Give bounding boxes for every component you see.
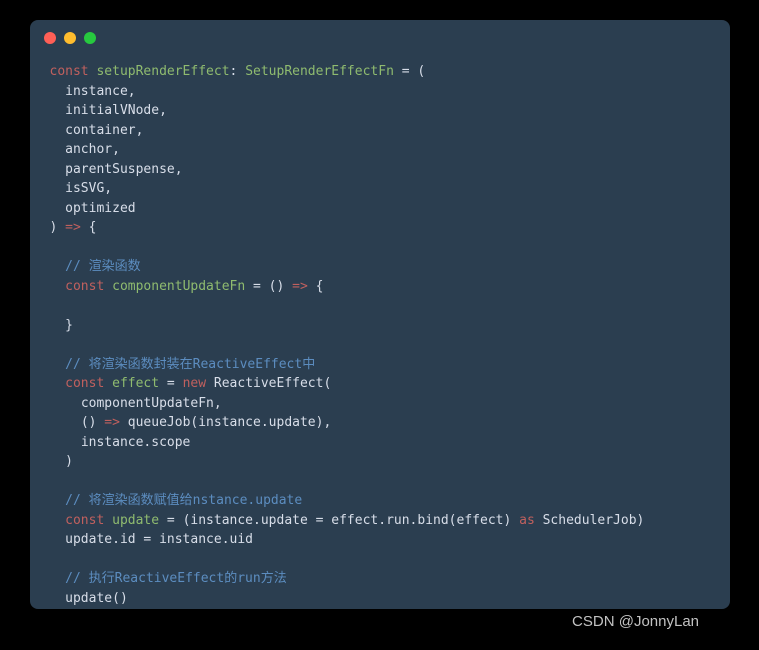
function-name: componentUpdateFn [112,279,245,294]
punct: { [81,220,97,235]
code-block: const setupRenderEffect: SetupRenderEffe… [30,48,730,609]
punct: : [230,64,246,79]
maximize-icon[interactable] [84,32,96,44]
keyword: new [183,376,206,391]
keyword: const [65,279,104,294]
keyword: as [519,513,535,528]
param: isSVG [65,181,104,196]
close-icon[interactable] [44,32,56,44]
comment: // 将渲染函数封装在ReactiveEffect中 [65,357,315,372]
var-name: effect [112,376,159,391]
punct: () [81,415,104,430]
arrow: => [292,279,308,294]
watermark: CSDN @JonnyLan [572,613,699,630]
keyword: const [65,376,104,391]
keyword: const [65,513,104,528]
var-name: update [112,513,159,528]
rest: SchedulerJob) [535,513,645,528]
window-titlebar [30,20,730,48]
comment: // 渲染函数 [65,259,140,274]
arg: componentUpdateFn, [81,396,222,411]
type-name: SetupRenderEffectFn [245,64,394,79]
param: instance [65,84,128,99]
punct: ) [50,220,66,235]
function-name: setupRenderEffect [96,64,229,79]
rest: queueJob(instance.update), [120,415,331,430]
rest: = (instance.update = effect.run.bind(eff… [159,513,519,528]
arrow: => [104,415,120,430]
param: optimized [65,201,135,216]
rest: ReactiveEffect( [206,376,331,391]
punct: = [159,376,182,391]
param: parentSuspense [65,162,175,177]
comment: // 将渲染函数赋值给nstance.update [65,493,302,508]
code-window: const setupRenderEffect: SetupRenderEffe… [30,20,730,609]
close-brace: } [65,318,73,333]
param: initialVNode [65,103,159,118]
stmt: update.id = instance.uid [65,532,253,547]
keyword: const [50,64,89,79]
param: anchor [65,142,112,157]
arg: instance.scope [81,435,191,450]
comment: // 执行ReactiveEffect的run方法 [65,571,287,586]
param: container [65,123,135,138]
close-paren: ) [65,454,73,469]
minimize-icon[interactable] [64,32,76,44]
arrow: => [65,220,81,235]
stmt: update() [65,591,128,606]
punct: { [308,279,324,294]
punct: = () [245,279,292,294]
punct: = ( [394,64,425,79]
